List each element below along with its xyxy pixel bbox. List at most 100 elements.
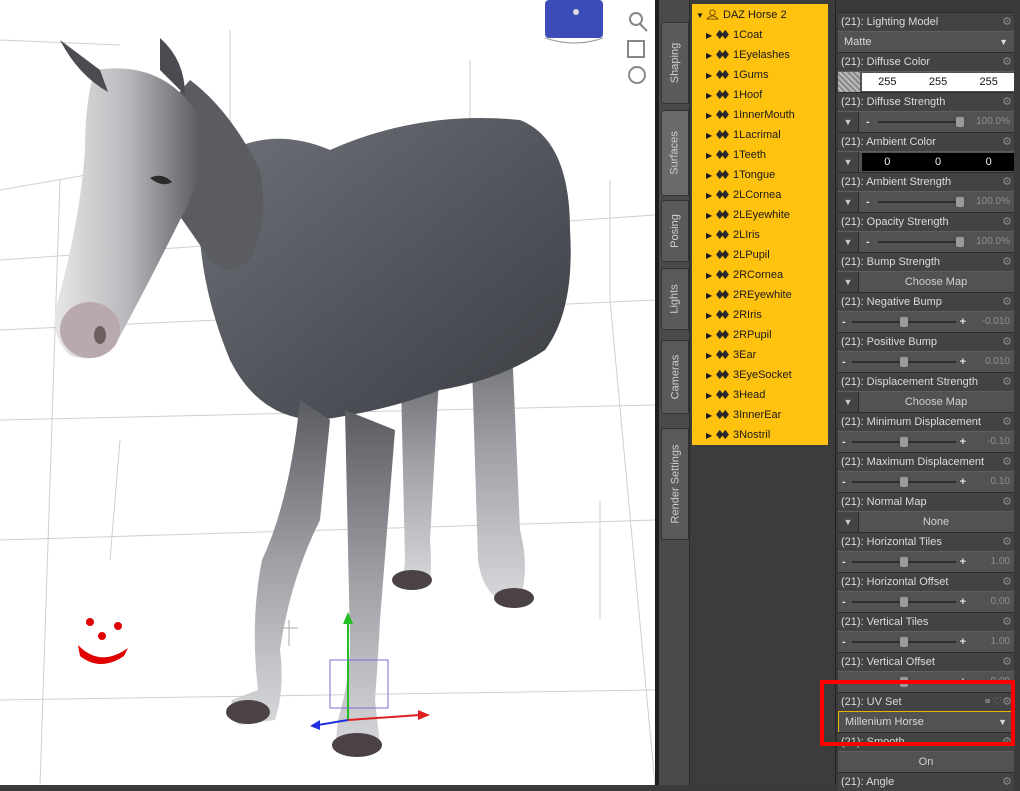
slider-track[interactable]: [878, 197, 964, 207]
color-values[interactable]: 255 255 255: [862, 73, 1014, 91]
increment-button[interactable]: +: [960, 472, 966, 492]
expand-arrow-icon[interactable]: ▶: [706, 126, 716, 146]
map-menu-button[interactable]: ▼: [838, 392, 859, 412]
tab-posing[interactable]: Posing: [661, 200, 689, 262]
gear-icon[interactable]: ⚙: [1002, 253, 1012, 271]
red-value[interactable]: 255: [862, 73, 913, 91]
map-menu-button[interactable]: ▼: [838, 272, 859, 292]
slider-value[interactable]: -0.010: [982, 312, 1010, 332]
surface-item[interactable]: ▶ 2RCornea: [706, 265, 783, 285]
property-control[interactable]: - +0.10: [838, 471, 1014, 493]
surface-item[interactable]: ▶ 1Tongue: [706, 165, 775, 185]
green-value[interactable]: 255: [913, 73, 964, 91]
property-control[interactable]: ▼ 0 0 0: [838, 151, 1014, 173]
expand-arrow-icon[interactable]: ▶: [706, 266, 716, 286]
surface-item[interactable]: ▶ 3Ear: [706, 345, 756, 365]
slider-knob[interactable]: [900, 597, 908, 607]
expand-arrow-icon[interactable]: ▶: [706, 406, 716, 426]
slider-value[interactable]: 100.0%: [976, 232, 1010, 252]
gear-icon[interactable]: ⚙: [1002, 13, 1012, 31]
property-control[interactable]: ▼ Choose Map: [838, 271, 1014, 293]
increment-button[interactable]: +: [960, 552, 966, 572]
decrement-button[interactable]: -: [866, 112, 870, 132]
map-menu-button[interactable]: ▼: [838, 512, 859, 532]
slider-track[interactable]: [852, 317, 956, 327]
slider-value[interactable]: 1.00: [991, 552, 1010, 572]
slider-track[interactable]: [878, 117, 964, 127]
slider-value[interactable]: 0.00: [991, 592, 1010, 612]
color-values[interactable]: 000: [862, 153, 1014, 171]
green-value[interactable]: 0: [913, 153, 964, 171]
expand-arrow-icon[interactable]: ▶: [706, 86, 716, 106]
gear-icon[interactable]: ⚙: [1002, 613, 1012, 631]
map-label[interactable]: None: [858, 512, 1014, 532]
tab-shaping[interactable]: Shaping: [661, 22, 689, 104]
expand-arrow-icon[interactable]: ▶: [706, 206, 716, 226]
surface-item[interactable]: ▶ 3Head: [706, 385, 765, 405]
decrement-button[interactable]: -: [842, 312, 846, 332]
property-control[interactable]: - +0.010: [838, 351, 1014, 373]
view-cube[interactable]: [544, 0, 604, 44]
expand-arrow-icon[interactable]: ▶: [706, 106, 716, 126]
slider-value[interactable]: -0.10: [987, 432, 1010, 452]
map-label[interactable]: Choose Map: [858, 392, 1014, 412]
tab-render-settings[interactable]: Render Settings: [661, 428, 689, 540]
slider-track[interactable]: [852, 557, 956, 567]
map-menu-button[interactable]: ▼: [838, 112, 859, 132]
expand-arrow-icon[interactable]: ▶: [706, 286, 716, 306]
increment-button[interactable]: +: [960, 592, 966, 612]
slider-knob[interactable]: [900, 437, 908, 447]
tree-root-daz-horse-2[interactable]: ▼ DAZ Horse 2: [696, 5, 787, 25]
map-menu-button[interactable]: ▼: [838, 232, 859, 252]
decrement-button[interactable]: -: [866, 192, 870, 212]
surface-item[interactable]: ▶ 3EyeSocket: [706, 365, 792, 385]
property-control[interactable]: - +1.00: [838, 631, 1014, 653]
slider-track[interactable]: [852, 357, 956, 367]
slider-knob[interactable]: [956, 237, 964, 247]
red-value[interactable]: 0: [862, 153, 913, 171]
surface-item[interactable]: ▶ 1Teeth: [706, 145, 766, 165]
gear-icon[interactable]: ⚙: [1002, 53, 1012, 71]
property-control[interactable]: 255 255 255: [838, 71, 1014, 93]
tab-surfaces[interactable]: Surfaces: [661, 110, 689, 196]
surface-item[interactable]: ▶ 2LEyewhite: [706, 205, 790, 225]
blue-value[interactable]: 0: [963, 153, 1014, 171]
increment-button[interactable]: +: [960, 312, 966, 332]
slider-track[interactable]: [852, 597, 956, 607]
decrement-button[interactable]: -: [842, 552, 846, 572]
gear-icon[interactable]: ⚙: [1002, 653, 1012, 671]
expand-arrow-icon[interactable]: ▶: [706, 146, 716, 166]
slider-track[interactable]: [852, 477, 956, 487]
gear-icon[interactable]: ⚙: [1002, 773, 1012, 791]
expand-arrow-icon[interactable]: ▶: [706, 26, 716, 46]
decrement-button[interactable]: -: [842, 432, 846, 452]
surface-item[interactable]: ▶ 2LPupil: [706, 245, 770, 265]
expand-arrow-icon[interactable]: ▶: [706, 426, 716, 446]
surface-item[interactable]: ▶ 1Hoof: [706, 85, 762, 105]
surface-item[interactable]: ▶ 1Coat: [706, 25, 762, 45]
increment-button[interactable]: +: [960, 352, 966, 372]
slider-knob[interactable]: [900, 557, 908, 567]
slider-value[interactable]: 1.00: [991, 632, 1010, 652]
dropdown-select[interactable]: Matte ▼: [838, 32, 1014, 52]
expand-arrow-icon[interactable]: ▶: [706, 226, 716, 246]
gear-icon[interactable]: ⚙: [1002, 133, 1012, 151]
slider-value[interactable]: 0.010: [985, 352, 1010, 372]
property-control[interactable]: ▼ - 100.0%: [838, 111, 1014, 133]
surface-item[interactable]: ▶ 2RPupil: [706, 325, 772, 345]
slider-value[interactable]: 100.0%: [976, 112, 1010, 132]
3d-viewport[interactable]: [0, 0, 655, 785]
gear-icon[interactable]: ⚙: [1002, 173, 1012, 191]
property-control[interactable]: ▼ None: [838, 511, 1014, 533]
gear-icon[interactable]: ⚙: [1002, 533, 1012, 551]
increment-button[interactable]: +: [960, 432, 966, 452]
slider-knob[interactable]: [956, 117, 964, 127]
expand-arrow-icon[interactable]: ▶: [706, 366, 716, 386]
surface-item[interactable]: ▶ 1Eyelashes: [706, 45, 790, 65]
property-control[interactable]: - + -0.10: [838, 431, 1014, 453]
expand-arrow-icon[interactable]: ▶: [706, 66, 716, 86]
gear-icon[interactable]: ⚙: [1002, 373, 1012, 391]
property-control[interactable]: Matte ▼: [838, 31, 1014, 53]
map-menu-button[interactable]: ▼: [838, 192, 859, 212]
surface-item[interactable]: ▶ 1Lacrimal: [706, 125, 781, 145]
